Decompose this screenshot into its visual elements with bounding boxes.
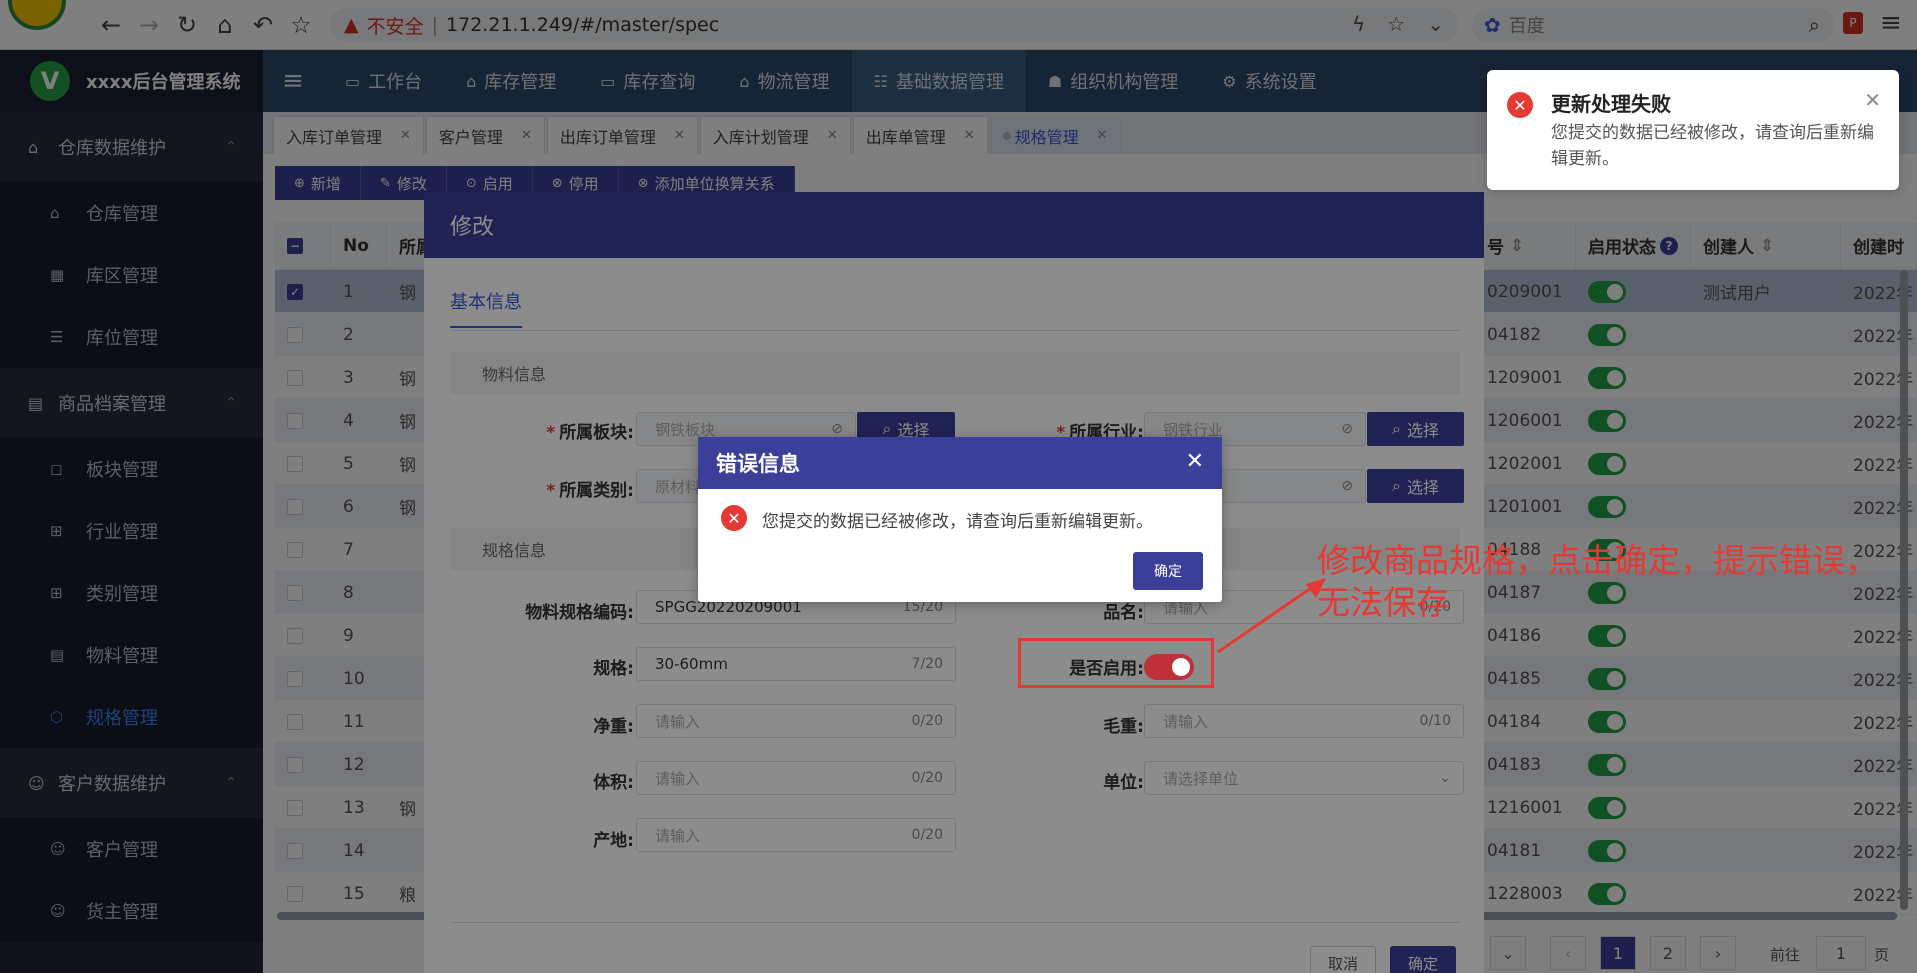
notification-message: 您提交的数据已经被修改，请查询后重新编辑更新。 <box>1551 123 1874 169</box>
error-dialog: 错误信息 ✕ ✕ 您提交的数据已经被修改，请查询后重新编辑更新。 确定 <box>698 437 1222 602</box>
error-message: 您提交的数据已经被修改，请查询后重新编辑更新。 <box>762 512 1153 532</box>
close-icon[interactable]: ✕ <box>1186 449 1204 474</box>
error-ok-button[interactable]: 确定 <box>1133 552 1203 590</box>
annotation-highlight-box <box>1018 638 1214 688</box>
close-icon[interactable]: ✕ <box>1864 88 1881 112</box>
notification-title: 更新处理失败 <box>1551 92 1671 116</box>
error-icon: ✕ <box>721 505 747 531</box>
annotation-text: 修改商品规格，点击确定，提示错误，无法保存 <box>1317 541 1878 622</box>
error-notification: ✕ 更新处理失败 您提交的数据已经被修改，请查询后重新编辑更新。 ✕ <box>1487 70 1899 190</box>
error-icon: ✕ <box>1507 92 1533 118</box>
error-dialog-title: 错误信息 <box>698 437 1222 489</box>
annotation-arrow-icon <box>1217 578 1326 654</box>
